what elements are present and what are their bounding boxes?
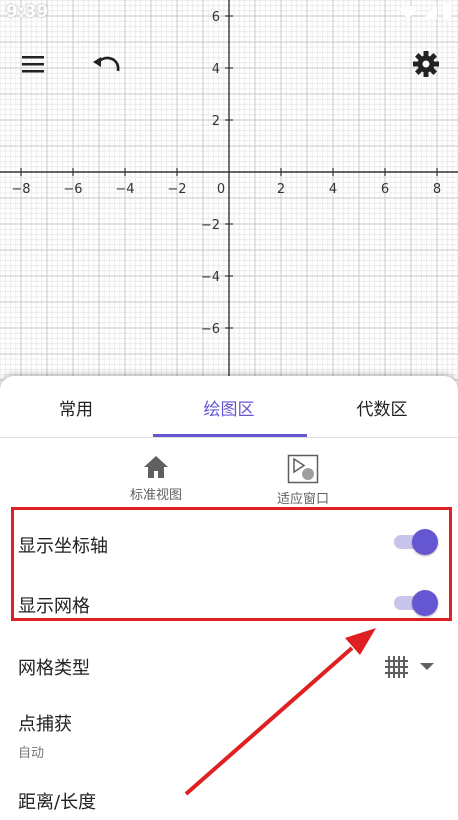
x-tick-label: 2 <box>277 182 285 197</box>
undo-icon[interactable] <box>90 52 122 76</box>
grid-icon <box>385 656 408 678</box>
chevron-down-icon <box>420 663 434 670</box>
y-tick-label: 2 <box>212 114 220 129</box>
point-capture-label: 点捕获 <box>18 714 72 735</box>
tab-algebra[interactable]: 代数区 <box>306 376 458 438</box>
grid-type-row[interactable]: 网格类型 <box>18 654 438 680</box>
fit-window-label: 适应窗口 <box>276 492 329 507</box>
y-tick-label: 4 <box>212 62 220 77</box>
status-icons <box>398 2 452 22</box>
gear-icon[interactable] <box>412 50 440 78</box>
y-tick-label: 6 <box>212 10 220 25</box>
tab-graphics[interactable]: 绘图区 <box>153 376 305 438</box>
x-tick-label: 0 <box>217 182 225 197</box>
y-tick-label: −2 <box>201 218 220 233</box>
tab-label: 绘图区 <box>203 399 255 420</box>
tab-basic[interactable]: 常用 <box>0 376 152 438</box>
standard-view-label: 标准视图 <box>129 488 182 503</box>
status-time: 9:39 <box>6 2 49 22</box>
standard-view-button[interactable]: 标准视图 <box>96 454 216 503</box>
battery-icon <box>443 3 451 20</box>
y-tick-label: −6 <box>201 322 220 337</box>
y-tick-label: −4 <box>201 270 220 285</box>
x-tick-label: −2 <box>167 182 186 197</box>
x-tick-label: −6 <box>63 182 82 197</box>
coordinate-grid: −8 −6 −4 −2 0 2 4 6 8 6 4 2 −2 −4 −6 <box>0 0 458 390</box>
fit-window-icon <box>287 454 319 484</box>
x-tick-label: 4 <box>329 182 337 197</box>
distance-label: 距离/长度 <box>18 792 97 813</box>
x-tick-label: 6 <box>381 182 389 197</box>
home-icon <box>144 456 168 478</box>
grid-type-select[interactable] <box>383 654 439 680</box>
fit-window-button[interactable]: 适应窗口 <box>243 454 363 507</box>
menu-icon[interactable] <box>20 52 46 76</box>
grid-type-label: 网格类型 <box>18 658 90 679</box>
point-capture-value: 自动 <box>18 746 45 761</box>
point-capture-row[interactable]: 点捕获 自动 <box>18 710 438 761</box>
x-tick-label: −4 <box>115 182 134 197</box>
tab-label: 代数区 <box>356 399 408 420</box>
graphics-view[interactable]: −8 −6 −4 −2 0 2 4 6 8 6 4 2 −2 −4 −6 <box>0 0 458 390</box>
annotation-box <box>11 507 452 621</box>
tab-label: 常用 <box>59 399 93 420</box>
wifi-icon <box>399 5 417 19</box>
distance-row[interactable]: 距离/长度 <box>18 788 438 814</box>
signal-icon <box>423 5 437 19</box>
tab-bar: 常用 绘图区 代数区 <box>0 376 458 438</box>
divider <box>0 437 458 438</box>
x-tick-label: −8 <box>11 182 30 197</box>
x-tick-label: 8 <box>433 182 441 197</box>
